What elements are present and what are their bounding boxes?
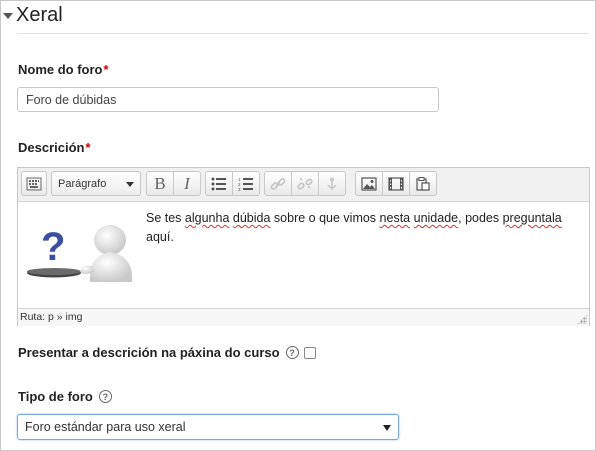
forum-name-label-text: Nome do foro [18, 62, 103, 77]
ordered-list-icon: 1 2 3 [238, 177, 253, 191]
link-button[interactable] [264, 171, 292, 196]
misspelled-word: dúbida [232, 211, 271, 225]
misspelled-word: nesta [379, 211, 411, 225]
forum-type-label: Tipo de foro ? [18, 389, 112, 404]
chevron-down-icon [383, 425, 391, 431]
show-description-row: Presentar a descrición na páxina do curs… [18, 345, 316, 360]
svg-text:?: ? [41, 225, 65, 269]
media-button[interactable] [382, 171, 410, 196]
misspelled-word: preguntala [502, 211, 562, 225]
italic-button[interactable]: I [173, 171, 201, 196]
unordered-list-button[interactable] [205, 171, 233, 196]
required-mark: * [85, 140, 91, 155]
forum-name-label: Nome do foro* [18, 62, 109, 77]
bold-button[interactable]: B [146, 171, 174, 196]
forum-type-label-text: Tipo de foro [18, 389, 93, 404]
image-icon [361, 176, 377, 191]
section-divider [17, 33, 589, 34]
description-editor[interactable]: Parágrafo B I 1 2 3 ? Se tes algunha dúb… [17, 167, 590, 326]
show-description-label: Presentar a descrición na páxina do curs… [18, 345, 280, 360]
collapse-triangle-icon[interactable] [3, 13, 13, 19]
paste-button[interactable] [409, 171, 437, 196]
ordered-list-button[interactable]: 1 2 3 [232, 171, 260, 196]
unlink-button[interactable] [291, 171, 319, 196]
toolbar-toggle-button[interactable] [21, 171, 47, 196]
chevron-down-icon [126, 182, 134, 187]
section-title: Xeral [16, 3, 63, 26]
help-icon[interactable]: ? [285, 346, 299, 359]
text-segment: Se tes [146, 211, 185, 225]
anchor-icon [327, 177, 337, 190]
text-segment: aquí. [146, 230, 174, 244]
italic-icon: I [184, 173, 190, 193]
resize-grip-icon[interactable] [577, 314, 587, 324]
editor-toolbar: Parágrafo B I 1 2 3 [18, 168, 589, 202]
forum-name-value: Foro de dúbidas [26, 92, 117, 107]
description-label: Descrición* [18, 140, 91, 155]
misspelled-word: unidade [413, 211, 459, 225]
bold-icon: B [154, 173, 166, 193]
media-icon [388, 176, 404, 191]
unlink-icon [297, 177, 313, 190]
forum-name-input[interactable]: Foro de dúbidas [17, 87, 439, 112]
description-text: Se tes algunha dúbida sobre o que vimos … [146, 209, 576, 247]
text-segment: sobre o que vimos [270, 211, 380, 225]
required-mark: * [103, 62, 109, 77]
format-select-value: Parágrafo [58, 177, 107, 190]
toolbar-toggle-icon [26, 177, 42, 190]
format-select[interactable]: Parágrafo [51, 171, 141, 196]
image-button[interactable] [355, 171, 383, 196]
description-label-text: Descrición [18, 140, 85, 155]
misspelled-word: algunha [184, 211, 230, 225]
editor-content[interactable]: ? Se tes algunha dúbida sobre o que vimo… [18, 202, 589, 305]
forum-type-select[interactable]: Foro estándar para uso xeral [17, 414, 399, 440]
help-icon[interactable]: ? [98, 390, 112, 403]
forum-type-value: Foro estándar para uso xeral [25, 420, 186, 434]
paste-icon [416, 176, 430, 191]
text-segment: , podes [458, 211, 503, 225]
editor-statusbar: Ruta: p » img [18, 308, 589, 326]
link-icon [270, 177, 286, 190]
anchor-button[interactable] [318, 171, 346, 196]
question-figure-image: ? [27, 225, 133, 282]
unordered-list-icon [211, 177, 226, 190]
svg-text:3: 3 [238, 187, 241, 191]
element-path: Ruta: p » img [20, 311, 83, 323]
section-header[interactable]: Xeral [3, 3, 63, 27]
show-description-checkbox[interactable] [303, 346, 316, 359]
